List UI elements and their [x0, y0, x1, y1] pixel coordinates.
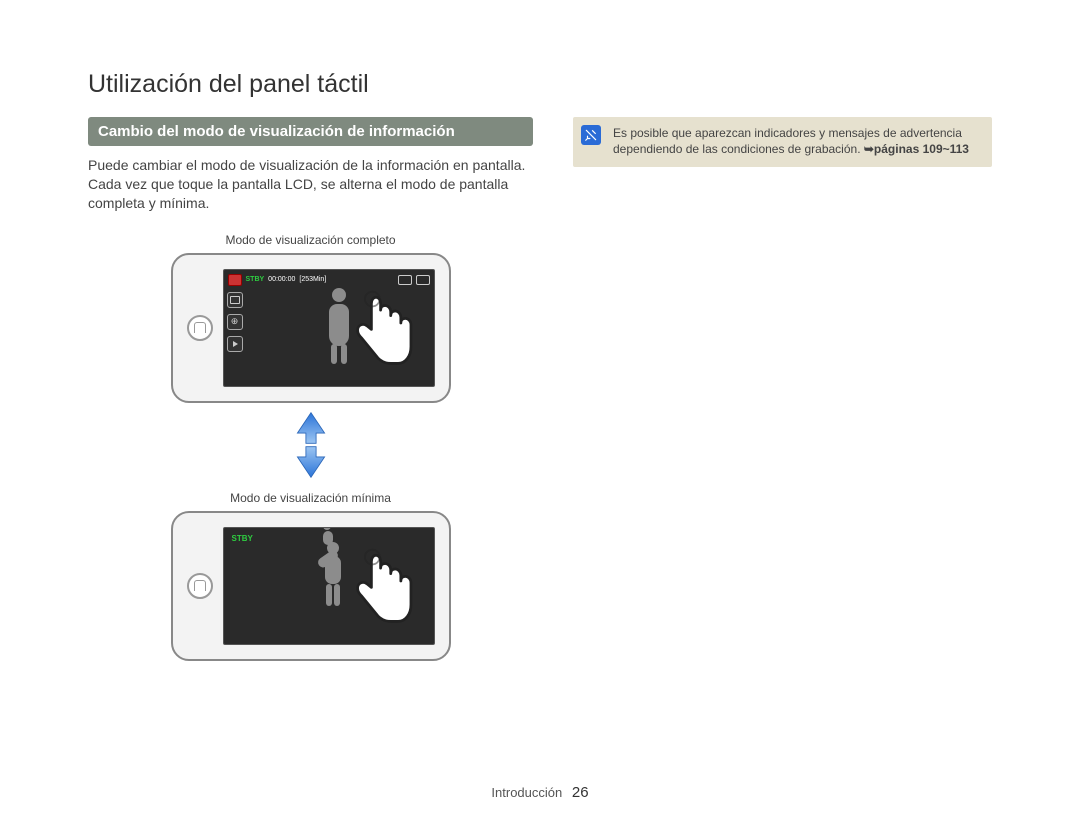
- note-pageref: ➥páginas 109~113: [864, 142, 969, 156]
- hinge-icon: [187, 573, 213, 599]
- toggle-arrow-icon: [294, 411, 328, 479]
- note-callout: Es posible que aparezcan indicadores y m…: [573, 117, 992, 167]
- lcd-screen-full: STBY 00:00:00 [253Min] ⊕: [223, 269, 435, 387]
- osd-top-row: STBY 00:00:00 [253Min]: [228, 274, 430, 286]
- section-subheading: Cambio del modo de visualización de info…: [88, 117, 533, 146]
- touch-hand-icon: [330, 288, 422, 380]
- osd-time: 00:00:00: [268, 276, 295, 283]
- play-icon: [227, 336, 243, 352]
- osd-stby-label: STBY: [232, 534, 253, 543]
- hinge-icon: [187, 315, 213, 341]
- zoom-icon: ⊕: [227, 314, 243, 330]
- page-title: Utilización del panel táctil: [88, 70, 992, 99]
- osd-remaining: [253Min]: [299, 276, 326, 283]
- battery-icon: [398, 275, 412, 285]
- osd-stby-label: STBY: [246, 276, 265, 283]
- footer: Introducción 26: [0, 784, 1080, 801]
- page-number: 26: [572, 784, 589, 801]
- footer-section: Introducción: [491, 785, 562, 800]
- lcd-screen-min: STBY: [223, 527, 435, 645]
- device-illustration-full: STBY 00:00:00 [253Min] ⊕: [171, 253, 451, 403]
- caption-full: Modo de visualización completo: [225, 233, 395, 247]
- body-text: Puede cambiar el modo de visualización d…: [88, 156, 533, 213]
- caption-min: Modo de visualización mínima: [230, 491, 391, 505]
- touch-hand-icon: [330, 546, 422, 638]
- card-icon: [416, 275, 430, 285]
- camera-mode-icon: [227, 292, 243, 308]
- osd-side-buttons: ⊕: [227, 292, 243, 352]
- device-illustration-min: STBY: [171, 511, 451, 661]
- rec-mode-icon: [228, 274, 242, 286]
- note-icon: [581, 125, 601, 145]
